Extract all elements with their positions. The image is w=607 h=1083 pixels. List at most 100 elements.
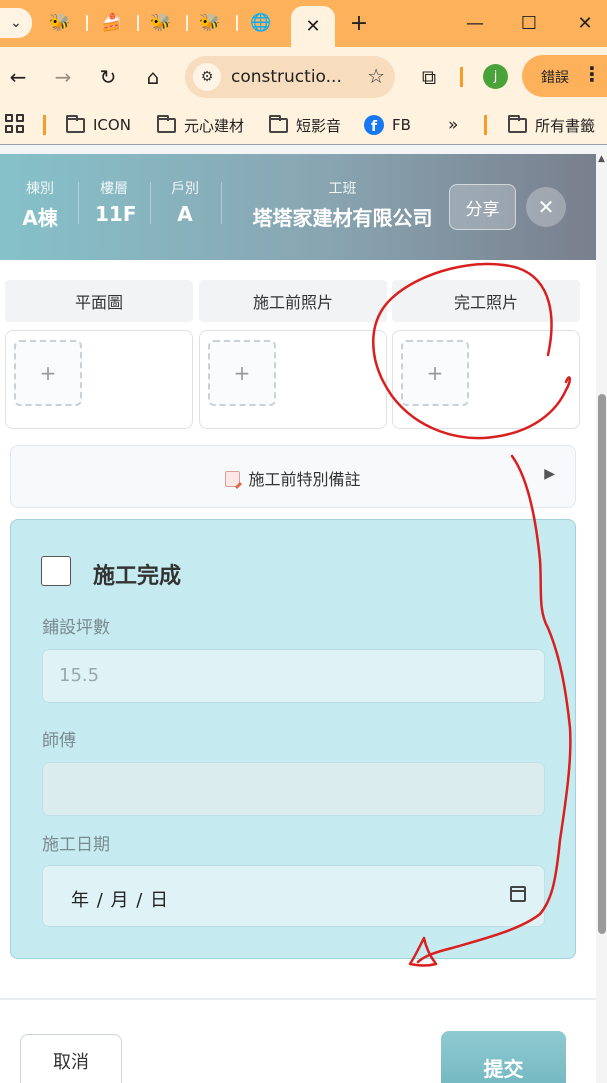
add-completion-photo-button[interactable]: + — [401, 340, 469, 406]
crew-value: 塔塔家建材有限公司 — [252, 206, 433, 230]
bee-icon[interactable]: 🐝 — [194, 10, 226, 36]
tab-separator — [86, 15, 88, 31]
toolbar-separator — [460, 67, 463, 87]
back-icon[interactable]: ← — [4, 63, 32, 91]
minimize-icon[interactable]: — — [460, 10, 490, 36]
reload-icon[interactable]: ↻ — [94, 63, 122, 91]
floor-value: 11F — [95, 202, 137, 226]
active-tab-close-icon[interactable]: ✕ — [291, 6, 335, 47]
bee-icon[interactable]: 🐝 — [145, 10, 177, 36]
pre-construction-note-toggle[interactable]: 施工前特別備註 ▶ — [10, 445, 576, 508]
extensions-icon[interactable]: ⧉ — [415, 63, 443, 91]
note-label: 施工前特別備註 — [248, 470, 361, 489]
bookmark-short-video-folder[interactable]: 短影音 — [269, 113, 341, 137]
apps-grid-icon[interactable] — [5, 114, 25, 134]
floor-label: 樓層 — [100, 181, 128, 197]
error-button[interactable]: 錯誤 ⋮ — [522, 55, 607, 97]
close-icon[interactable]: ✕ — [526, 187, 566, 227]
modal-header: 棟別 A棟 樓層 11F 戶別 A 工班 塔塔家建材有限公司 分享 — [0, 154, 596, 260]
tab-search-chevron-icon[interactable]: ⌄ — [0, 8, 32, 38]
site-info-icon[interactable]: ⚙ — [193, 63, 221, 91]
bookmark-separator — [484, 115, 487, 135]
completion-panel: 施工完成 鋪設坪數 15.5 師傅 施工日期 年 / 月 / 日 — [10, 519, 576, 959]
bookmark-separator — [43, 115, 46, 135]
add-floor-plan-button[interactable]: + — [14, 340, 82, 406]
floor-meta: 樓層 11F — [95, 178, 137, 226]
window-close-icon[interactable]: ✕ — [570, 10, 600, 36]
area-label: 鋪設坪數 — [42, 618, 110, 638]
bookmark-label: FB — [392, 116, 411, 134]
maximize-icon[interactable]: ☐ — [514, 10, 544, 36]
cake-icon[interactable]: 🍰 — [96, 10, 128, 36]
meta-separator — [150, 182, 151, 224]
meta-separator — [78, 182, 79, 224]
profile-avatar[interactable]: j — [483, 64, 508, 89]
error-label: 錯誤 — [541, 70, 569, 86]
bookmarks-bar: ICON 元心建材 短影音 f FB » 所有書籤 — [0, 106, 607, 144]
bookmark-fb[interactable]: f FB — [364, 113, 411, 137]
browser-tab-strip: ⌄ 🐝 🍰 🐝 🐝 🌐 ✕ + — ☐ ✕ — [0, 0, 607, 47]
bookmark-yuanxin-folder[interactable]: 元心建材 — [157, 113, 244, 137]
globe-icon[interactable]: 🌐 — [245, 10, 277, 36]
tab-floor-plan[interactable]: 平面圖 — [5, 280, 193, 322]
scrollbar-thumb[interactable] — [598, 394, 606, 934]
bookmark-label: 元心建材 — [184, 116, 245, 135]
bee-icon[interactable]: 🐝 — [44, 10, 76, 36]
completion-photo-box: + — [392, 330, 580, 429]
unit-label: 戶別 — [171, 181, 199, 197]
expand-arrow-icon: ▶ — [544, 466, 555, 482]
facebook-icon: f — [364, 115, 384, 135]
worker-input[interactable] — [42, 762, 545, 816]
area-value: 15.5 — [59, 665, 100, 686]
building-meta: 棟別 A棟 — [20, 178, 60, 231]
calendar-icon[interactable] — [510, 886, 526, 902]
folder-icon — [508, 114, 527, 133]
note-header: 施工前特別備註 — [11, 466, 575, 490]
tab-completion-photos[interactable]: 完工照片 — [392, 280, 580, 322]
building-value: A棟 — [22, 206, 58, 230]
share-button[interactable]: 分享 — [449, 184, 516, 230]
date-input[interactable]: 年 / 月 / 日 — [42, 865, 545, 927]
submit-button[interactable]: 提交 — [441, 1031, 566, 1083]
new-tab-button[interactable]: + — [346, 10, 372, 36]
area-input[interactable]: 15.5 — [42, 649, 545, 703]
kebab-menu-icon: ⋮ — [582, 62, 602, 86]
bookmark-label: 短影音 — [296, 116, 342, 135]
bookmark-icon-folder[interactable]: ICON — [66, 113, 131, 137]
unit-meta: 戶別 A — [165, 178, 205, 226]
completion-checkbox[interactable] — [41, 556, 71, 586]
meta-separator — [221, 182, 222, 224]
tab-separator — [236, 15, 238, 31]
folder-icon — [66, 114, 85, 133]
browser-toolbar: ← → ↻ ⌂ ⚙ constructio... ☆ ⧉ — [0, 47, 607, 106]
bookmark-all-folder[interactable]: 所有書籤 — [508, 113, 595, 137]
worker-label: 師傅 — [42, 731, 76, 751]
building-label: 棟別 — [26, 181, 54, 197]
add-before-photo-button[interactable]: + — [208, 340, 276, 406]
tab-before-photos[interactable]: 施工前照片 — [199, 280, 387, 322]
tab-separator — [137, 15, 139, 31]
bookmark-star-icon[interactable]: ☆ — [367, 64, 385, 88]
home-icon[interactable]: ⌂ — [139, 63, 167, 91]
date-label: 施工日期 — [42, 835, 110, 855]
memo-icon — [225, 471, 241, 487]
folder-icon — [157, 114, 176, 133]
date-value: 年 / 月 / 日 — [71, 890, 170, 911]
before-photo-box: + — [199, 330, 387, 429]
url-text[interactable]: constructio... — [231, 67, 342, 87]
floor-plan-photo-box: + — [5, 330, 193, 429]
bookmark-label: 所有書籤 — [535, 116, 596, 135]
footer-divider — [0, 998, 596, 1000]
crew-meta: 工班 塔塔家建材有限公司 — [240, 178, 445, 231]
folder-icon — [269, 114, 288, 133]
tab-separator — [186, 15, 188, 31]
cancel-button[interactable]: 取消 — [20, 1034, 122, 1083]
more-bookmarks-icon[interactable]: » — [448, 115, 458, 135]
scroll-up-icon[interactable]: ▲ — [598, 154, 605, 164]
forward-icon[interactable]: → — [49, 63, 77, 91]
address-bar[interactable]: ⚙ constructio... ☆ — [185, 56, 395, 98]
crew-label: 工班 — [328, 181, 357, 197]
bookmark-label: ICON — [93, 116, 131, 134]
page-top-strip — [0, 144, 607, 154]
unit-value: A — [177, 202, 193, 226]
